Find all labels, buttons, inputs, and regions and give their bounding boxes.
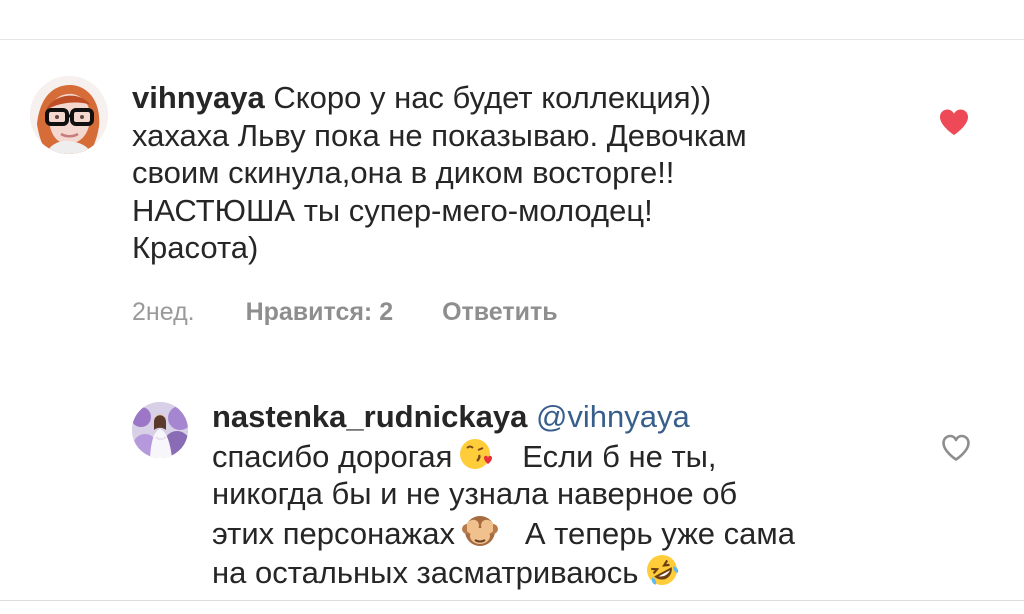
- reply-line-2: спасибо дорогая Если б не ты,: [212, 436, 912, 476]
- rolling-on-floor-laughing-icon: [647, 555, 679, 585]
- comment-line-5: Красота): [132, 230, 259, 265]
- face-blowing-kiss-icon: [460, 438, 493, 469]
- comment-line-3: своим скинула,она в диком восторге!!: [132, 155, 675, 190]
- bottom-divider: [0, 600, 1024, 601]
- reply-line-4: этих персонажах А теперь уже сама: [212, 513, 912, 553]
- reply-button[interactable]: Ответить: [442, 296, 558, 328]
- heart-filled-icon[interactable]: [938, 108, 970, 136]
- comment-text-nastenka-rudnickaya: nastenka_rudnickaya @vihnyaya спасибо до…: [212, 398, 912, 592]
- previous-comment-overflow: · ·: [236, 0, 270, 12]
- reply-text-segment: на остальных засматриваюсь: [212, 555, 639, 590]
- reply-text-segment: этих персонажах: [212, 515, 455, 551]
- comment-text-vihnyaya: vihnyaya Скоро у нас будет коллекция)) х…: [132, 79, 842, 267]
- likes-count-link[interactable]: Нравится: 2: [246, 296, 394, 328]
- comment-line-1: vihnyaya Скоро у нас будет коллекция)): [132, 79, 842, 117]
- top-divider: [0, 39, 1024, 40]
- reply-text-segment: Если б не ты,: [522, 438, 717, 474]
- reply-line-1: nastenka_rudnickaya @vihnyaya: [212, 398, 912, 436]
- profile-photo-woman-flowers-icon: [132, 402, 188, 458]
- see-no-evil-monkey-icon: [461, 515, 498, 546]
- heart-outline-icon[interactable]: [941, 434, 971, 461]
- comment-text-line: Скоро у нас будет коллекция)): [273, 80, 712, 115]
- username-vihnyaya[interactable]: vihnyaya: [132, 80, 265, 115]
- profile-photo-woman-glasses-icon: [30, 76, 108, 154]
- comment-line-2: хахаха Льву пока не показываю. Девочкам: [132, 117, 747, 153]
- comment-line-4: НАСТЮША ты супер-мего-молодец!: [132, 192, 653, 228]
- reply-text-segment: спасибо дорогая: [212, 438, 453, 474]
- avatar-nastenka-rudnickaya[interactable]: [132, 402, 188, 458]
- reply-line-3: никогда бы и не узнала наверное об: [212, 476, 738, 511]
- avatar-vihnyaya[interactable]: [30, 76, 108, 154]
- comment-timestamp: 2нед.: [132, 298, 195, 326]
- comment-meta-vihnyaya: 2нед. Нравится: 2 Ответить: [132, 296, 558, 328]
- reply-text-segment: А теперь уже сама: [524, 515, 795, 551]
- reply-line-5: на остальных засматриваюсь: [212, 552, 912, 592]
- username-nastenka-rudnickaya[interactable]: nastenka_rudnickaya: [212, 399, 527, 434]
- mention-link[interactable]: @vihnyaya: [536, 399, 690, 434]
